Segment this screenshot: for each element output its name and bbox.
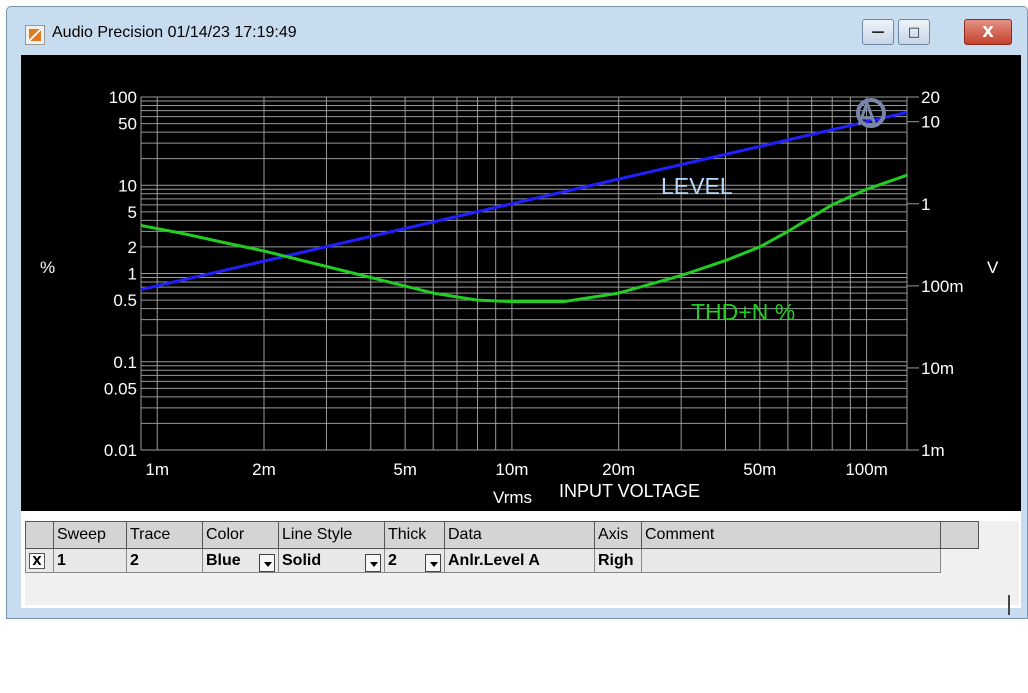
x-tick-label: 100m: [845, 460, 888, 479]
y-right-tick-label: 10: [921, 113, 940, 132]
header-cell-color[interactable]: Color: [202, 521, 279, 549]
x-tick-label: 50m: [743, 460, 776, 479]
header-cell-comment[interactable]: Comment: [641, 521, 941, 549]
graph-panel[interactable]: 1m 2m 5m 10m 20m 50m 100m 100 50 10 5 2 1 0.5 0.1 0.05 0…: [21, 55, 1021, 511]
maximize-button[interactable]: □: [898, 19, 930, 45]
thd-series-label: THD+N %: [691, 299, 795, 325]
row-enabled-checkbox[interactable]: X: [29, 552, 45, 569]
header-cell-end: [940, 521, 979, 549]
thick-dropdown-icon[interactable]: [425, 553, 441, 572]
x-axis-label: Vrms: [493, 488, 532, 507]
level-series-label: LEVEL: [661, 173, 733, 199]
x-tick-label: 2m: [252, 460, 276, 479]
x-tick-label: 20m: [602, 460, 635, 479]
header-cell-thick[interactable]: Thick: [384, 521, 445, 549]
grid: [140, 96, 908, 451]
color-dropdown-icon[interactable]: [259, 553, 275, 572]
maximize-icon: □: [907, 24, 921, 40]
tick-labels: 1m 2m 5m 10m 20m 50m 100m 100 50 10 5 2 1 0.5 0.1 0.05 0…: [104, 88, 964, 479]
line-style-value: Solid: [282, 551, 322, 569]
y-left-tick-label: 2: [128, 238, 137, 257]
header-cell-axis[interactable]: Axis: [594, 521, 642, 549]
header-cell-data[interactable]: Data: [444, 521, 595, 549]
app-window: Audio Precision 01/14/23 17:19:49 — □ X …: [6, 6, 1028, 619]
color-cell[interactable]: Blue: [202, 548, 279, 573]
y-left-tick-label: 0.1: [113, 353, 137, 372]
title-bar[interactable]: Audio Precision 01/14/23 17:19:49 — □ X: [7, 7, 1027, 53]
trace-table-panel: Sweep Trace Color Line Style Thick Data …: [25, 521, 1019, 605]
minimize-button[interactable]: —: [862, 19, 894, 45]
thick-value: 2: [388, 551, 397, 569]
axis-cell[interactable]: Righ: [594, 548, 642, 573]
y-left-tick-label: 5: [128, 203, 137, 222]
y-right-tick-label: 1: [921, 195, 930, 214]
y-left-tick-label: 0.05: [104, 379, 137, 398]
y-right-tick-label: 20: [921, 88, 940, 107]
x-tick-label: 10m: [495, 460, 528, 479]
table-header-row: Sweep Trace Color Line Style Thick Data …: [25, 521, 979, 549]
thick-cell[interactable]: 2: [384, 548, 445, 573]
y-right-tick-label: 1m: [921, 441, 945, 460]
close-button[interactable]: X: [964, 19, 1012, 45]
trace-table[interactable]: Sweep Trace Color Line Style Thick Data …: [25, 521, 979, 573]
y-left-tick-label: 0.5: [113, 291, 137, 310]
y-left-tick-label: 100: [109, 88, 137, 107]
header-cell-sweep[interactable]: Sweep: [53, 521, 127, 549]
series-line-level: [140, 110, 908, 292]
header-cell-trace[interactable]: Trace: [126, 521, 203, 549]
trace-cell[interactable]: 2: [126, 548, 203, 573]
header-cell-select: [25, 521, 54, 549]
sweep-cell[interactable]: 1: [53, 548, 127, 573]
minimize-icon: —: [871, 24, 885, 40]
sweep-graph[interactable]: 1m 2m 5m 10m 20m 50m 100m 100 50 10 5 2 1 0.5 0.1 0.05 0…: [21, 55, 1021, 511]
y-left-tick-label: 0.01: [104, 441, 137, 460]
x-tick-label: 5m: [393, 460, 417, 479]
row-end-cell: [940, 548, 979, 573]
table-row[interactable]: X 1 2 Blue Solid 2 Anlr.Level A Righ: [25, 548, 979, 573]
x-tick-label: 1m: [145, 460, 169, 479]
header-cell-line-style[interactable]: Line Style: [278, 521, 385, 549]
y-left-tick-label: 10: [118, 176, 137, 195]
y-left-tick-label: 50: [118, 115, 137, 134]
scrollbar-thumb[interactable]: [1008, 595, 1010, 615]
color-value: Blue: [206, 551, 241, 569]
comment-cell[interactable]: [641, 548, 941, 573]
audio-precision-logo-icon[interactable]: [25, 25, 45, 45]
y-left-axis-label: %: [40, 258, 55, 277]
line-style-cell[interactable]: Solid: [278, 548, 385, 573]
line-style-dropdown-icon[interactable]: [365, 553, 381, 572]
y-left-tick-label: 1: [128, 265, 137, 284]
y-right-tick-label: 100m: [921, 277, 964, 296]
client-area: 1m 2m 5m 10m 20m 50m 100m 100 50 10 5 2 1 0.5 0.1 0.05 0…: [21, 55, 1021, 615]
y-right-axis-label: V: [987, 258, 999, 277]
data-cell[interactable]: Anlr.Level A: [444, 548, 595, 573]
row-select-cell[interactable]: X: [25, 548, 54, 573]
x-axis-extra-label: INPUT VOLTAGE: [559, 481, 700, 501]
y-right-tick-label: 10m: [921, 359, 954, 378]
close-icon: X: [982, 23, 994, 41]
window-title: Audio Precision 01/14/23 17:19:49: [52, 24, 297, 41]
